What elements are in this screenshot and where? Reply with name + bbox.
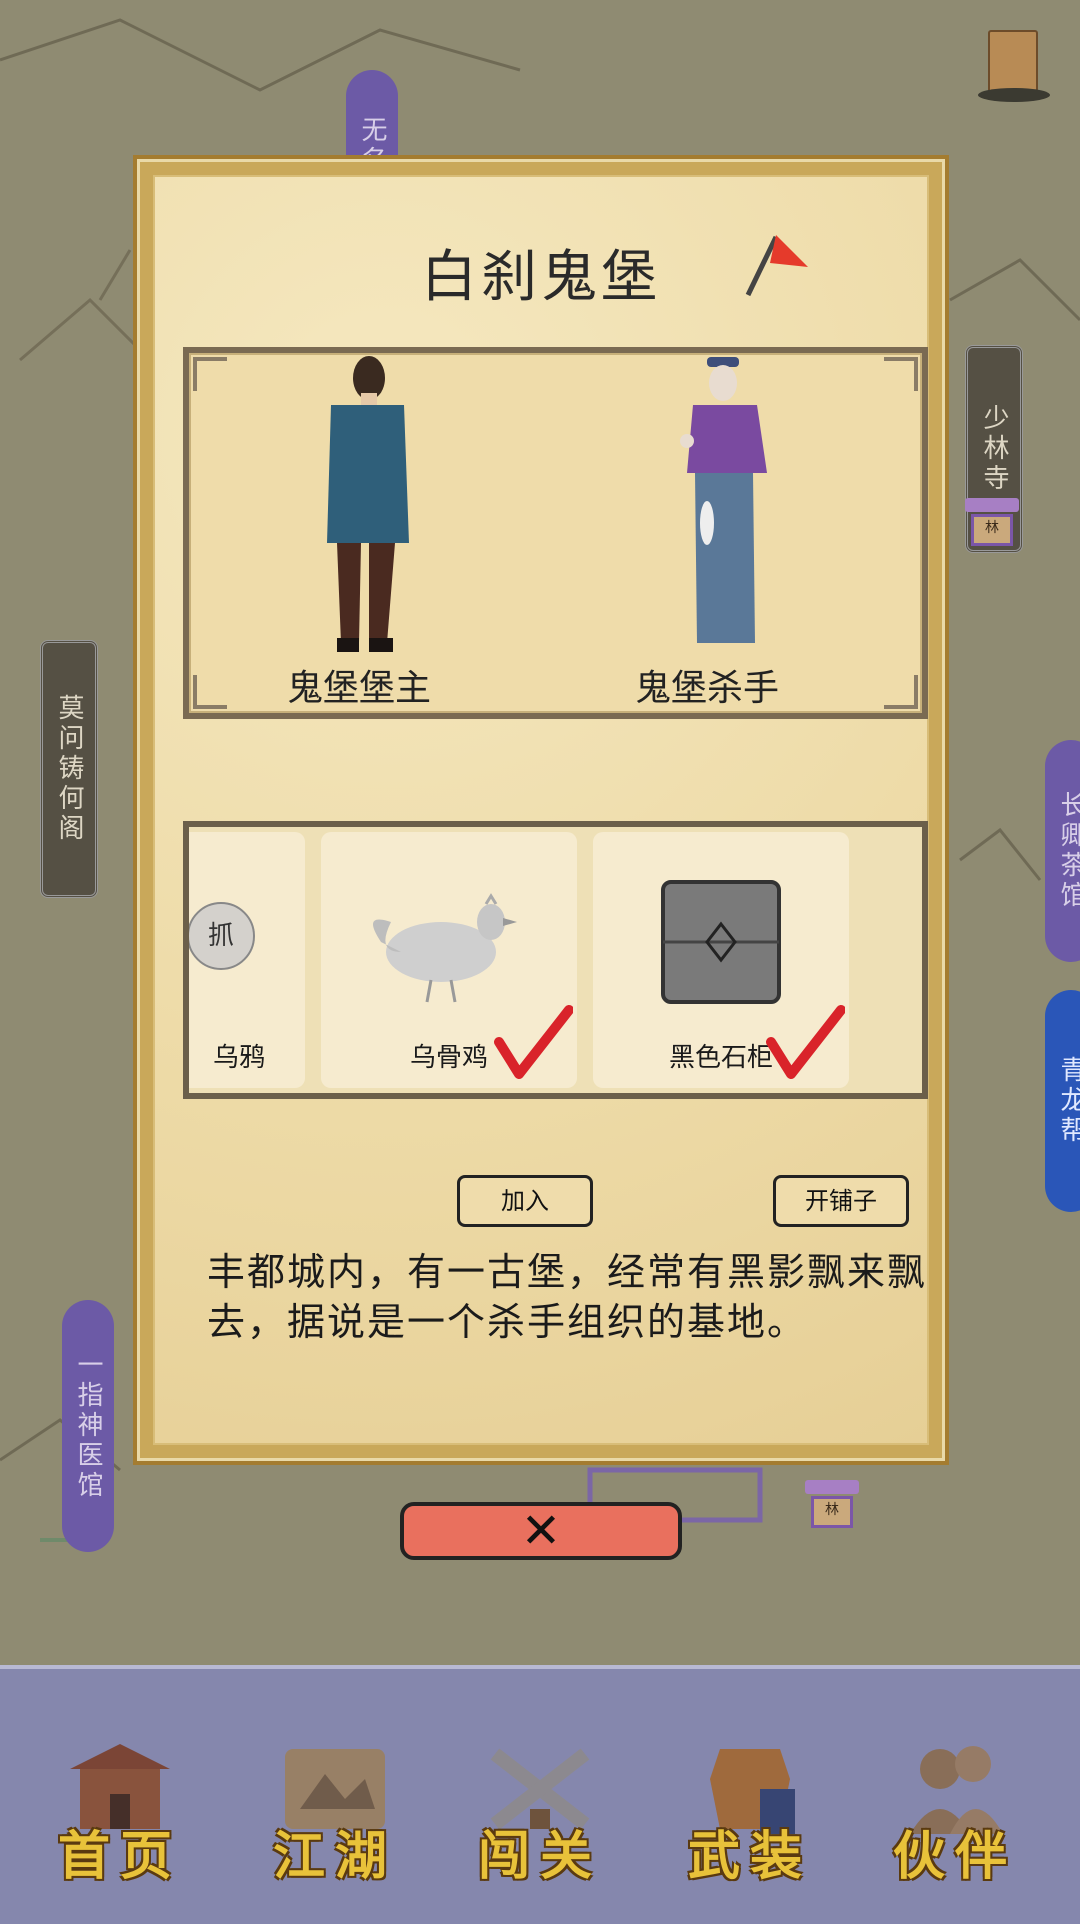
checkmark-icon	[766, 1005, 845, 1079]
npc-panel: 鬼堡堡主 鬼堡杀手	[183, 347, 928, 719]
items-carousel[interactable]: 抓 乌鸦 乌骨鸡 黑色石柜	[183, 821, 928, 1099]
map-label-qinglong[interactable]: 青龙帮	[1045, 990, 1080, 1212]
map-label-mowen[interactable]: 莫问铸何阁	[40, 640, 98, 898]
map-label-changqing[interactable]: 长卿茶馆	[1045, 740, 1080, 962]
castle-master-figure	[327, 356, 409, 652]
nav-label: 首页	[57, 1826, 182, 1887]
book-icon[interactable]	[988, 30, 1038, 96]
close-icon: ✕	[520, 1503, 562, 1559]
red-flag-icon[interactable]	[740, 217, 810, 297]
open-shop-button[interactable]: 开铺子	[773, 1175, 909, 1227]
shop-icon: 林	[965, 498, 1019, 546]
frame-corner	[884, 357, 918, 391]
item-card-crow[interactable]: 抓 乌鸦	[189, 832, 305, 1088]
npc-castle-assassin[interactable]: 鬼堡杀手	[557, 353, 857, 713]
dialog-paper: 白刹鬼堡 鬼堡堡主 鬼堡杀手 抓 乌鸦 乌骨鸡 黑色石柜 加入 开铺子 丰都城内…	[153, 175, 929, 1445]
shop-icon: 林	[805, 1480, 859, 1528]
close-button[interactable]: ✕	[400, 1502, 682, 1560]
nav-companions[interactable]: 伙伴	[875, 1719, 1035, 1889]
location-title: 白刹鬼堡	[421, 245, 661, 310]
frame-corner	[884, 675, 918, 709]
npc-name: 鬼堡杀手	[634, 668, 779, 709]
map-label-yizhi[interactable]: 一指神医馆	[62, 1300, 114, 1552]
npc-castle-master[interactable]: 鬼堡堡主	[209, 353, 509, 713]
join-button[interactable]: 加入	[457, 1175, 593, 1227]
castle-assassin-figure	[680, 357, 767, 643]
catch-badge[interactable]: 抓	[189, 902, 255, 970]
nav-challenge[interactable]: 闯关	[460, 1719, 620, 1889]
nav-label: 闯关	[477, 1826, 602, 1887]
nav-label: 伙伴	[892, 1826, 1017, 1887]
shop-sign: 林	[971, 514, 1013, 546]
nav-label: 江湖	[272, 1826, 397, 1887]
shop-sign: 林	[811, 1496, 853, 1528]
book-stand	[978, 88, 1050, 102]
item-card-black-stone-cabinet[interactable]: 黑色石柜	[593, 832, 849, 1088]
nav-jianghu[interactable]: 江湖	[255, 1719, 415, 1889]
nav-label: 武装	[687, 1826, 812, 1887]
item-name: 乌鸦	[212, 1043, 265, 1073]
item-card-silkie-chicken[interactable]: 乌骨鸡	[321, 832, 577, 1088]
location-description: 丰都城内，有一古堡，经常有黑影飘来飘去，据说是一个杀手组织的基地。	[207, 1250, 928, 1344]
location-dialog: 白刹鬼堡 鬼堡堡主 鬼堡杀手 抓 乌鸦 乌骨鸡 黑色石柜 加入 开铺子 丰都城内…	[133, 155, 949, 1465]
bottom-nav: 首页 江湖 闯关 武装 伙伴	[0, 1665, 1080, 1924]
nav-home[interactable]: 首页	[40, 1719, 200, 1889]
npc-name: 鬼堡堡主	[286, 668, 431, 709]
nav-armory[interactable]: 武装	[670, 1719, 830, 1889]
checkmark-icon	[494, 1005, 573, 1079]
